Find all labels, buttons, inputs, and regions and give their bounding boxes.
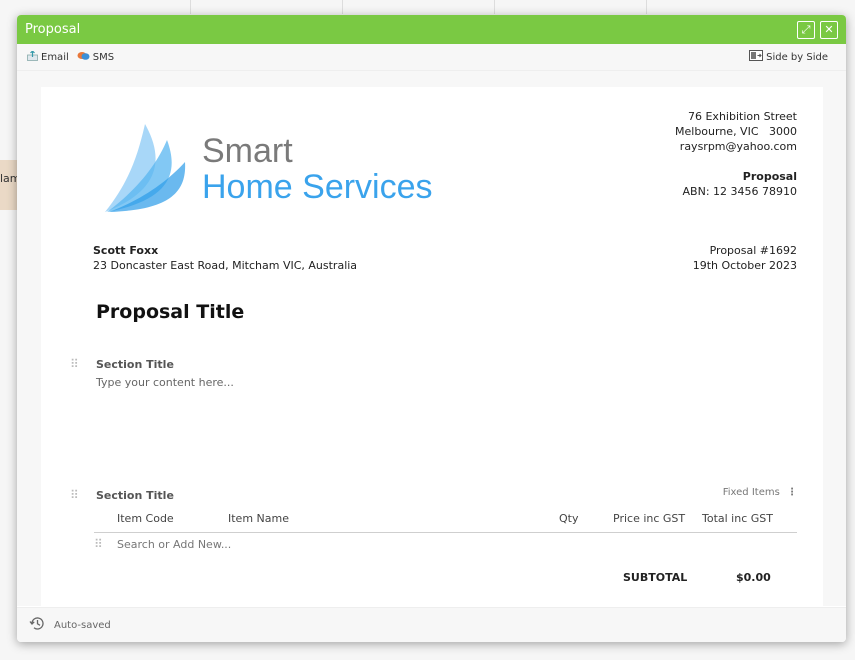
fixed-items-label: Fixed Items — [722, 487, 780, 498]
proposal-title[interactable]: Proposal Title — [96, 301, 244, 323]
column-header: Total inc GST — [702, 512, 773, 525]
modal-content: Smart Home Services 76 Exhibition Street… — [17, 71, 846, 606]
more-vertical-icon: ⋮ — [787, 487, 797, 498]
company-address-block: 76 Exhibition Street Melbourne, VIC 3000… — [675, 109, 797, 199]
autosave-status: Auto-saved — [54, 619, 111, 631]
proposal-modal: Proposal ⤢ ✕ Email SMS Side by Side Smar… — [17, 15, 846, 642]
drag-handle-icon[interactable]: ⠿ — [70, 488, 79, 502]
proposal-document: Smart Home Services 76 Exhibition Street… — [41, 87, 823, 606]
items-section-title[interactable]: Section Title — [96, 489, 174, 502]
add-item-row: ⠿ Search or Add New... — [94, 537, 797, 558]
bg-grid-line — [190, 0, 191, 14]
section-title[interactable]: Section Title — [96, 358, 174, 371]
bg-grid-line — [342, 0, 343, 14]
logo-text-home-services: Home Services — [202, 168, 433, 206]
column-header: Item Code — [117, 512, 174, 525]
client-name: Scott Foxx — [93, 244, 159, 257]
modal-toolbar: Email SMS Side by Side — [17, 44, 846, 71]
company-city: Melbourne, VIC 3000 — [675, 125, 797, 138]
history-icon[interactable] — [29, 615, 46, 636]
sms-icon — [77, 51, 90, 64]
email-label: Email — [41, 51, 69, 63]
bg-grid-line — [646, 0, 647, 14]
client-block: Scott Foxx 23 Doncaster East Road, Mitch… — [93, 243, 357, 273]
email-icon — [27, 49, 38, 64]
logo-sail-icon — [105, 124, 186, 212]
sms-label: SMS — [92, 51, 115, 63]
column-header: Item Name — [228, 512, 289, 525]
column-header: Price inc GST — [613, 512, 686, 525]
proposal-number: Proposal #1692 — [709, 244, 797, 257]
drag-handle-icon: ⠿ — [94, 537, 103, 551]
logo-text-smart: Smart — [202, 132, 293, 170]
items-table-header: Item Code Item Name Qty Price inc GST To… — [94, 512, 797, 533]
expand-icon[interactable]: ⤢ — [797, 20, 815, 39]
bg-grid-line — [494, 0, 495, 14]
section-content[interactable]: Type your content here... — [96, 376, 234, 389]
modal-title: Proposal — [25, 22, 81, 37]
side-by-side-icon — [749, 50, 764, 64]
subtotal-label: SUBTOTAL — [623, 571, 688, 584]
company-email: raysrpm@yahoo.com — [679, 140, 797, 153]
company-street: 76 Exhibition Street — [687, 110, 797, 123]
modal-footer: Auto-saved — [17, 607, 846, 642]
proposal-date: 19th October 2023 — [692, 259, 797, 272]
column-header: Qty — [559, 512, 579, 525]
company-logo: Smart Home Services — [101, 120, 501, 220]
client-address: 23 Doncaster East Road, Mitcham VIC, Aus… — [93, 259, 358, 272]
fixed-items-menu[interactable]: Fixed Items ⋮ — [723, 487, 797, 498]
email-button[interactable]: Email — [27, 49, 69, 64]
side-by-side-button[interactable]: Side by Side — [749, 50, 828, 64]
side-by-side-label: Side by Side — [766, 51, 828, 63]
search-add-input[interactable]: Search or Add New... — [117, 538, 231, 551]
sms-button[interactable]: SMS — [77, 51, 114, 64]
close-icon[interactable]: ✕ — [820, 20, 838, 39]
document-type: Proposal — [742, 170, 797, 183]
modal-title-bar: Proposal ⤢ ✕ — [17, 15, 846, 44]
company-abn: ABN: 12 3456 78910 — [682, 185, 797, 198]
drag-handle-icon[interactable]: ⠿ — [70, 357, 79, 371]
subtotal-value: $0.00 — [736, 571, 771, 584]
proposal-info: Proposal #1692 19th October 2023 — [693, 243, 797, 273]
bg-row-highlight — [0, 160, 18, 210]
